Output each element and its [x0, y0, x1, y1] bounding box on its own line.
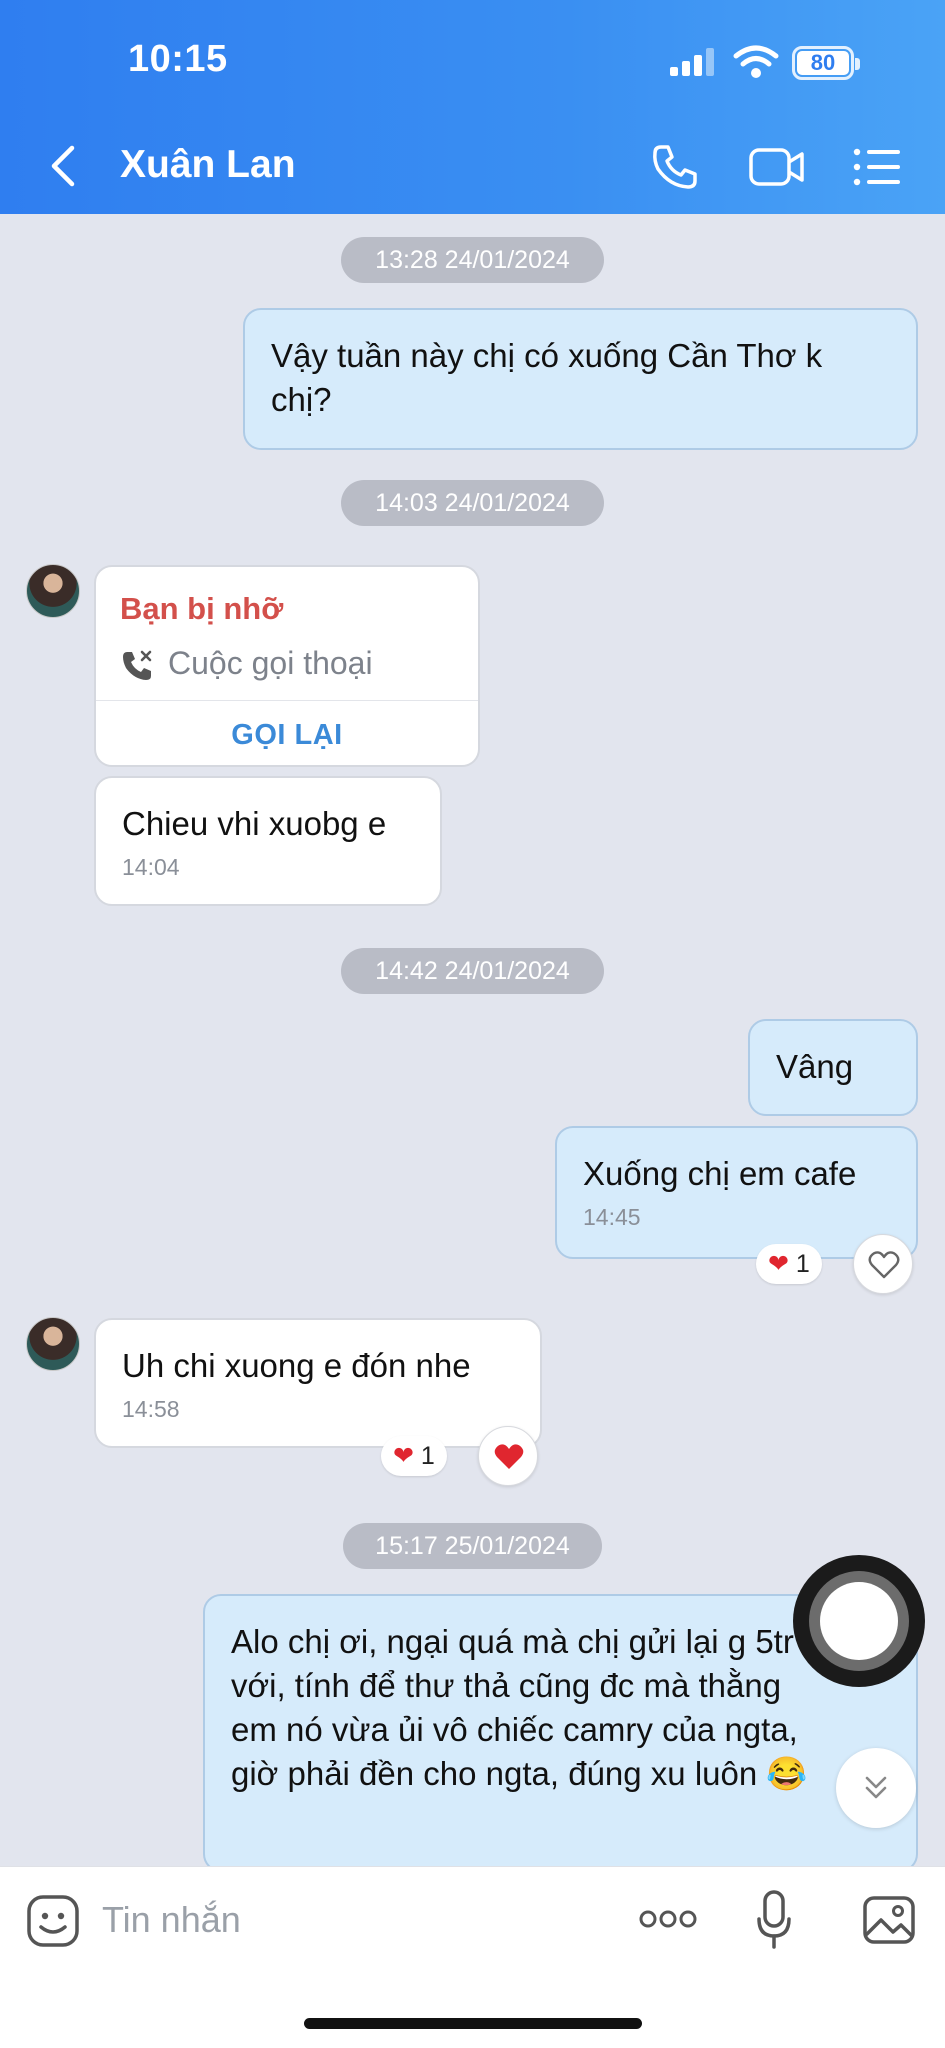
heart-outline-icon	[868, 1251, 900, 1279]
avatar[interactable]	[26, 1317, 80, 1371]
phone-icon[interactable]	[650, 142, 700, 192]
missed-call-icon	[123, 650, 152, 680]
signal-icon	[670, 48, 716, 76]
react-button[interactable]	[478, 1426, 538, 1486]
message-bubble-outgoing[interactable]: Vâng	[748, 1019, 918, 1116]
home-indicator[interactable]	[304, 2018, 642, 2029]
react-button[interactable]	[853, 1234, 913, 1294]
message-bubble-incoming[interactable]: Uh chi xuong e đón nhe 14:58	[94, 1318, 542, 1448]
contact-name[interactable]: Xuân Lan	[120, 143, 296, 187]
message-text: Vậy tuần này chị có xuống Cần Thơ k chị?	[271, 337, 823, 418]
scroll-to-bottom-button[interactable]	[836, 1748, 916, 1828]
message-text: Xuống chị em cafe	[583, 1155, 857, 1192]
video-icon[interactable]	[748, 146, 806, 188]
date-separator: 13:28 24/01/2024	[341, 237, 604, 283]
message-time: 14:04	[122, 854, 180, 880]
heart-icon: ❤	[393, 1442, 414, 1470]
reaction-count: 1	[795, 1250, 810, 1278]
message-input[interactable]	[102, 1889, 502, 1951]
heart-icon	[494, 1444, 524, 1469]
message-time: 14:45	[583, 1204, 641, 1230]
missed-call-type: Cuộc gọi thoại	[168, 645, 373, 681]
date-separator: 14:42 24/01/2024	[341, 948, 604, 994]
message-bubble-outgoing[interactable]: Xuống chị em cafe 14:45	[555, 1126, 918, 1259]
message-time: 14:58	[122, 1396, 180, 1422]
chat-header: 10:15 80 Xuân Lan	[0, 0, 945, 214]
call-back-button[interactable]: GỌI LẠI	[96, 703, 478, 765]
message-text: Uh chi xuong e đón nhe	[122, 1347, 471, 1384]
date-separator: 15:17 25/01/2024	[343, 1523, 602, 1569]
date-separator: 14:03 24/01/2024	[341, 480, 604, 526]
reaction-summary[interactable]: ❤ 1	[381, 1436, 447, 1476]
back-icon[interactable]	[46, 144, 82, 188]
chevron-down-icon	[865, 1776, 887, 1799]
heart-icon: ❤	[768, 1250, 789, 1278]
more-icon[interactable]	[638, 1907, 698, 1931]
battery-icon: 80	[792, 46, 860, 80]
message-bubble-outgoing[interactable]: Vậy tuần này chị có xuống Cần Thơ k chị?	[243, 308, 918, 450]
missed-call-title: Bạn bị nhỡ	[120, 591, 284, 626]
image-icon[interactable]	[862, 1895, 916, 1945]
assistive-touch-button[interactable]	[793, 1555, 925, 1687]
status-time: 10:15	[128, 38, 228, 80]
chat-screen: 10:15 80 Xuân Lan 13:28 24/01/2024 Vậy t…	[0, 0, 945, 2048]
wifi-icon	[733, 45, 779, 78]
message-bubble-incoming[interactable]: Chieu vhi xuobg e 14:04	[94, 776, 442, 906]
message-text: Alo chị ơi, ngại quá mà chị gửi lại g 5t…	[231, 1623, 808, 1792]
sticker-icon[interactable]	[26, 1894, 80, 1948]
message-text: Vâng	[776, 1048, 854, 1085]
reaction-summary[interactable]: ❤ 1	[756, 1244, 822, 1284]
avatar[interactable]	[26, 564, 80, 618]
mic-icon[interactable]	[756, 1889, 792, 1951]
message-text: Chieu vhi xuobg e	[122, 805, 387, 842]
divider	[96, 700, 478, 701]
reaction-count: 1	[420, 1442, 435, 1470]
menu-icon[interactable]	[852, 146, 902, 188]
missed-call-card: Bạn bị nhỡ Cuộc gọi thoại GỌI LẠI	[94, 565, 480, 767]
battery-level: 80	[797, 51, 849, 75]
